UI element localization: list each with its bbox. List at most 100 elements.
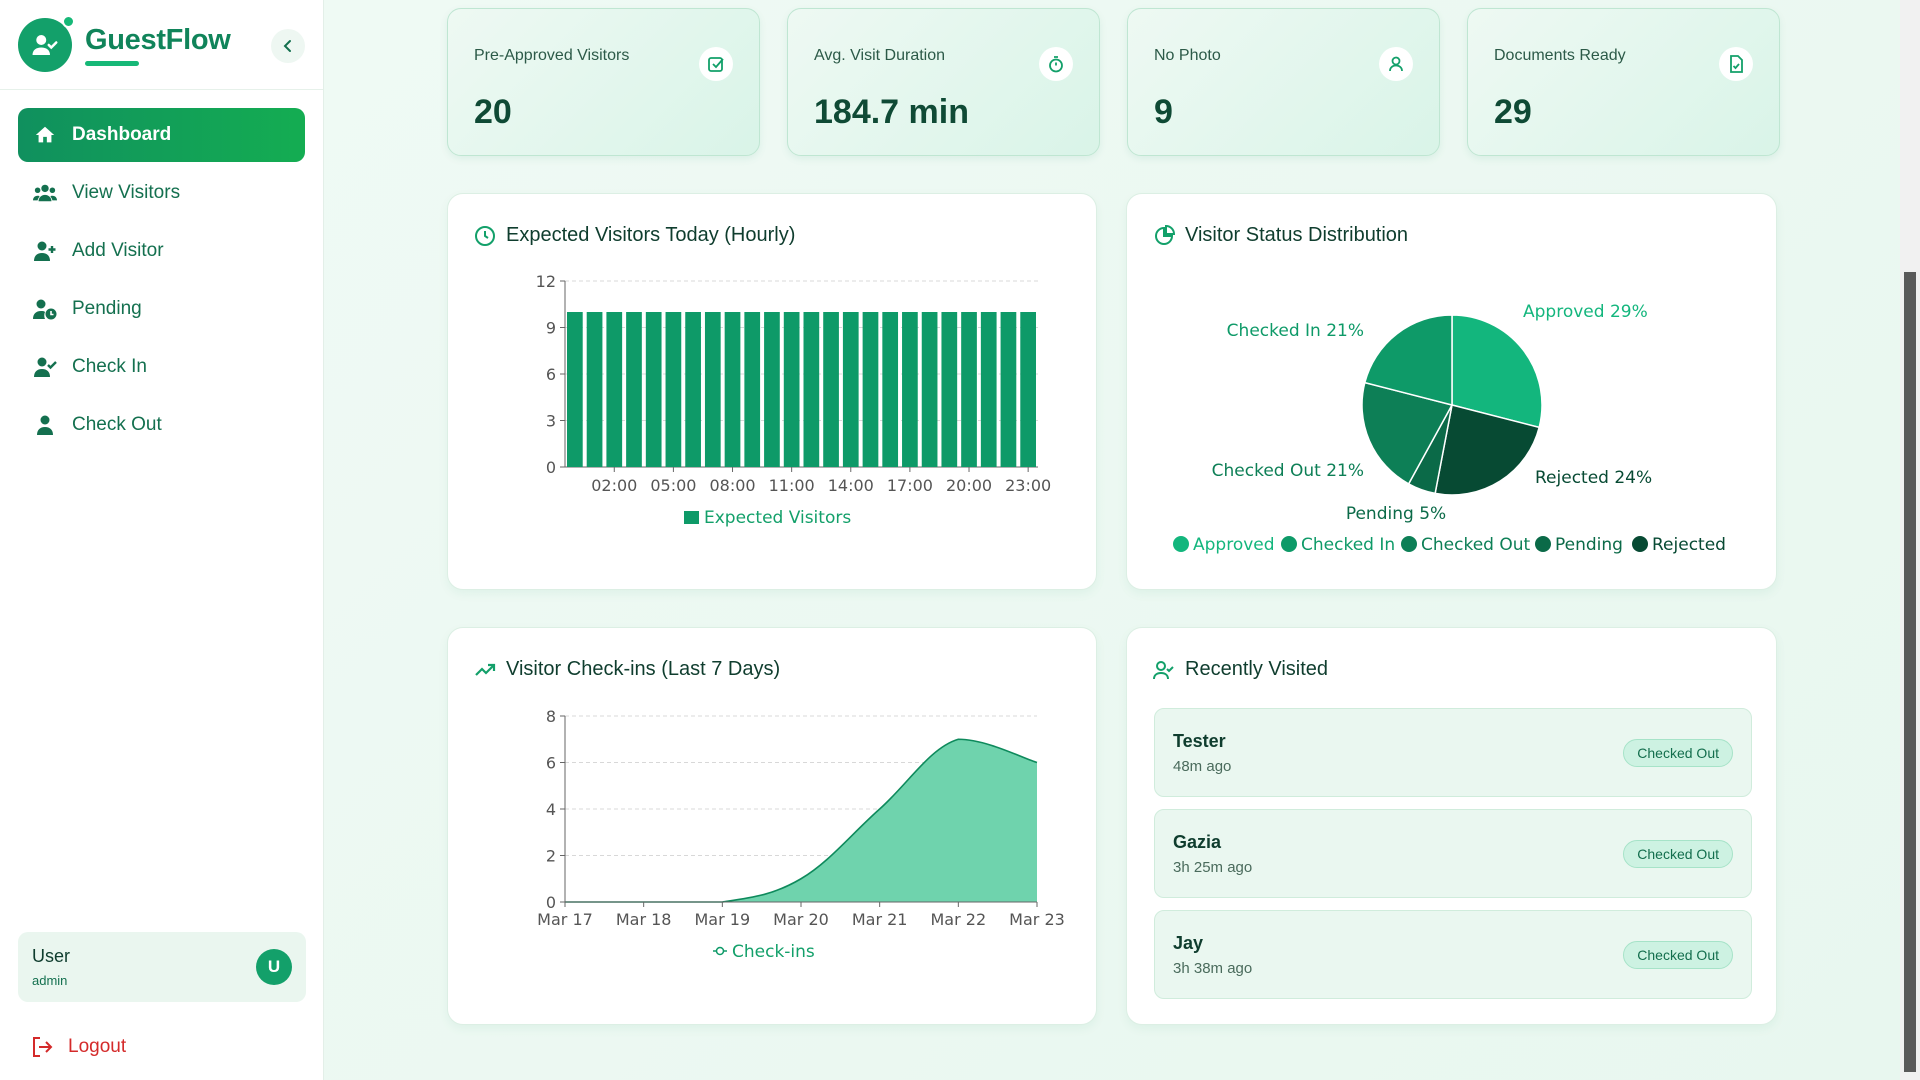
bar — [685, 312, 701, 467]
slice-label: Checked Out 21% — [1212, 461, 1364, 481]
sidebar-item-check-in[interactable]: Check In — [18, 340, 305, 394]
x-tick-label: 08:00 — [709, 476, 755, 495]
y-tick-label: 12 — [536, 272, 556, 291]
sidebar-item-label: Dashboard — [72, 124, 172, 145]
user-plus-icon — [32, 238, 58, 264]
stat-card-avg-duration: Avg. Visit Duration 184.7 min — [787, 8, 1100, 156]
bar — [980, 312, 997, 467]
status-chart-panel: Visitor Status Distribution Approved 29%… — [1126, 193, 1777, 590]
brand-name: GuestFlow — [85, 23, 231, 56]
y-tick-label: 0 — [546, 458, 556, 477]
user-check-logo-icon — [32, 34, 58, 55]
user-card[interactable]: User admin U — [18, 932, 306, 1002]
collapse-sidebar-button[interactable] — [271, 29, 305, 63]
user-clock-icon — [32, 296, 58, 322]
x-tick-label: Mar 18 — [616, 910, 672, 929]
x-tick-label: Mar 23 — [1009, 910, 1065, 929]
stat-value: 9 — [1154, 93, 1173, 131]
checkins-area-chart: 02468Mar 17 Mar 18 Mar 19 Mar 20 Mar 21 Mar 2… — [537, 707, 1065, 962]
legend-label: Rejected — [1652, 535, 1726, 555]
x-tick-label: 17:00 — [887, 476, 933, 495]
sidebar-item-view-visitors[interactable]: View Visitors — [18, 166, 305, 220]
bar — [882, 312, 899, 467]
y-tick-label: 9 — [546, 319, 556, 338]
bar — [961, 312, 977, 467]
user-role: admin — [32, 973, 68, 988]
x-tick-label: 20:00 — [946, 476, 992, 495]
legend-swatch — [1535, 536, 1551, 552]
stat-value: 29 — [1494, 93, 1532, 131]
slice-label: Checked In 21% — [1227, 321, 1364, 341]
sidebar-item-label: Pending — [72, 298, 142, 319]
list-item[interactable]: Tester 48m ago Checked Out — [1154, 708, 1752, 797]
legend-label: Expected Visitors — [704, 508, 851, 528]
x-tick-label: Mar 19 — [695, 910, 751, 929]
stat-label: Avg. Visit Duration — [814, 47, 946, 64]
page-scrollbar[interactable] — [1900, 0, 1920, 1080]
file-check-icon — [1719, 47, 1753, 81]
x-tick-label: 14:00 — [828, 476, 874, 495]
brand: GuestFlow — [0, 0, 323, 90]
status-pie-chart: Approved 29% Checked In 21% Checked Out 21… — [1173, 302, 1726, 555]
bar — [586, 312, 603, 467]
scrollbar-thumb[interactable] — [1904, 272, 1916, 1072]
logout-icon — [30, 1035, 54, 1059]
status-badge: Checked Out — [1623, 840, 1733, 868]
bar — [823, 312, 839, 467]
stat-card-documents-ready: Documents Ready 29 — [1467, 8, 1780, 156]
area-fill — [565, 739, 1037, 902]
bar — [803, 312, 820, 467]
sidebar-nav: Dashboard View Visitors Add Visitor Pend… — [0, 90, 323, 452]
legend-label: Checked In — [1301, 535, 1395, 555]
bar — [764, 312, 780, 467]
bar — [744, 312, 761, 467]
sidebar-item-label: Check In — [72, 356, 147, 377]
user-check-icon — [32, 354, 58, 380]
sidebar-item-label: View Visitors — [72, 182, 181, 203]
x-tick-label: Mar 20 — [773, 910, 829, 929]
x-tick-label: Mar 21 — [852, 910, 908, 929]
sidebar: GuestFlow Dashboard View Visitors Add Vi… — [0, 0, 324, 1080]
slice-label: Rejected 24% — [1535, 468, 1652, 488]
logout-button[interactable]: Logout — [30, 1035, 126, 1059]
bar — [941, 312, 958, 467]
legend-swatch — [684, 511, 699, 524]
legend-label: Approved — [1193, 535, 1275, 555]
checkins-chart-panel: Visitor Check-ins (Last 7 Days) 0 2 4 6 8 Mar… — [447, 627, 1097, 1025]
legend-swatch — [1632, 536, 1648, 552]
sidebar-item-check-out[interactable]: Check Out — [18, 398, 305, 452]
avatar: U — [256, 949, 292, 985]
legend-label: Pending — [1555, 535, 1623, 555]
logout-label: Logout — [68, 1036, 127, 1057]
x-tick-label: 02:00 — [591, 476, 637, 495]
recent-visits-panel: Recently Visited Tester 48m ago Checked … — [1126, 627, 1777, 1025]
y-tick-label: 3 — [546, 412, 556, 431]
brand-logo — [18, 14, 75, 72]
bar — [1020, 312, 1036, 467]
y-tick-label: 6 — [546, 754, 556, 773]
sidebar-item-add-visitor[interactable]: Add Visitor — [18, 224, 305, 278]
bar — [1000, 312, 1017, 467]
user-name: User — [32, 946, 71, 966]
slice-label: Pending 5% — [1346, 504, 1446, 524]
legend-swatch — [1173, 536, 1189, 552]
bar — [704, 312, 721, 467]
x-tick-label: 05:00 — [650, 476, 696, 495]
hourly-bar-chart: 0 3 6 9 12 02:00 05:00 08:00 11:00 14:00 17:00 20:0… — [536, 272, 1052, 528]
user-check-outline-icon — [1153, 659, 1175, 681]
stat-label: No Photo — [1154, 47, 1221, 64]
stat-value: 184.7 min — [814, 93, 969, 131]
bar — [862, 312, 879, 467]
bar — [626, 312, 642, 467]
home-icon — [32, 122, 58, 148]
users-icon — [32, 180, 58, 206]
x-tick-label: 23:00 — [1005, 476, 1051, 495]
sidebar-item-dashboard[interactable]: Dashboard — [18, 108, 305, 162]
list-item[interactable]: Gazia 3h 25m ago Checked Out — [1154, 809, 1752, 898]
bar — [606, 312, 623, 467]
sidebar-item-pending[interactable]: Pending — [18, 282, 305, 336]
list-item[interactable]: Jay 3h 38m ago Checked Out — [1154, 910, 1752, 999]
bar — [842, 312, 859, 467]
brand-underline — [85, 60, 139, 66]
sidebar-item-label: Check Out — [72, 414, 162, 435]
